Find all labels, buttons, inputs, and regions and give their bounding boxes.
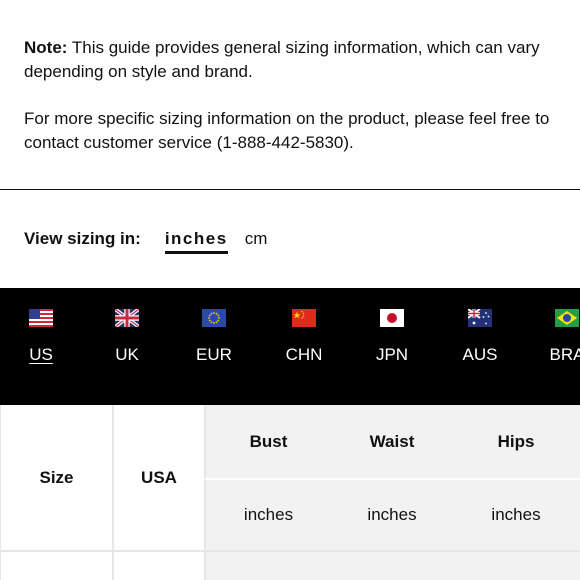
country-label-uk: UK bbox=[115, 345, 139, 364]
japan-flag-icon bbox=[380, 309, 404, 327]
size-table: Size USA Bust Waist Hips inches inches i… bbox=[0, 405, 580, 580]
table-row bbox=[205, 552, 580, 580]
china-flag-icon bbox=[292, 309, 316, 327]
us-flag-icon bbox=[29, 309, 53, 327]
brazil-flag-icon bbox=[555, 309, 579, 327]
unit-option-cm[interactable]: cm bbox=[245, 229, 268, 249]
country-label-jpn: JPN bbox=[375, 345, 409, 364]
uk-flag-icon bbox=[115, 309, 139, 327]
country-label-aus: AUS bbox=[462, 345, 498, 364]
country-label-us: US bbox=[29, 345, 53, 364]
country-tab-eur[interactable]: EUR bbox=[170, 288, 258, 405]
column-divider bbox=[112, 405, 114, 580]
country-tabs: US UK EUR CHN JPN AUS BRA bbox=[0, 288, 580, 405]
country-tab-uk[interactable]: UK bbox=[83, 288, 171, 405]
country-tab-bra[interactable]: BRA bbox=[523, 288, 580, 405]
row-divider bbox=[205, 478, 580, 480]
unit-selector: View sizing in: inches cm bbox=[24, 229, 267, 254]
waist-unit: inches bbox=[332, 480, 452, 550]
bust-unit: inches bbox=[205, 480, 332, 550]
sizing-notes: Note: This guide provides general sizing… bbox=[24, 36, 564, 154]
table-border-left bbox=[0, 405, 1, 580]
bust-header: Bust bbox=[205, 405, 332, 478]
unit-option-inches[interactable]: inches bbox=[164, 229, 228, 254]
region-header: USA bbox=[141, 467, 177, 487]
hips-unit: inches bbox=[452, 480, 580, 550]
country-label-eur: EUR bbox=[196, 345, 232, 364]
note-text: This guide provides general sizing infor… bbox=[24, 38, 540, 81]
country-tab-jpn[interactable]: JPN bbox=[348, 288, 436, 405]
section-divider bbox=[0, 189, 580, 190]
country-tab-chn[interactable]: CHN bbox=[260, 288, 348, 405]
hips-header: Hips bbox=[452, 405, 580, 478]
country-tab-us[interactable]: US bbox=[0, 288, 85, 405]
unit-selector-label: View sizing in: bbox=[24, 229, 141, 248]
row-divider bbox=[0, 550, 580, 552]
country-label-bra: BRA bbox=[549, 345, 580, 364]
eu-flag-icon bbox=[202, 309, 226, 327]
australia-flag-icon bbox=[468, 309, 492, 327]
size-header: Size bbox=[39, 467, 74, 487]
note-paragraph: Note: This guide provides general sizing… bbox=[24, 36, 564, 83]
note-label: Note: bbox=[24, 38, 68, 57]
column-divider bbox=[204, 405, 206, 580]
country-label-chn: CHN bbox=[285, 345, 323, 364]
waist-header: Waist bbox=[332, 405, 452, 478]
country-tab-aus[interactable]: AUS bbox=[436, 288, 524, 405]
contact-paragraph: For more specific sizing information on … bbox=[24, 109, 550, 152]
